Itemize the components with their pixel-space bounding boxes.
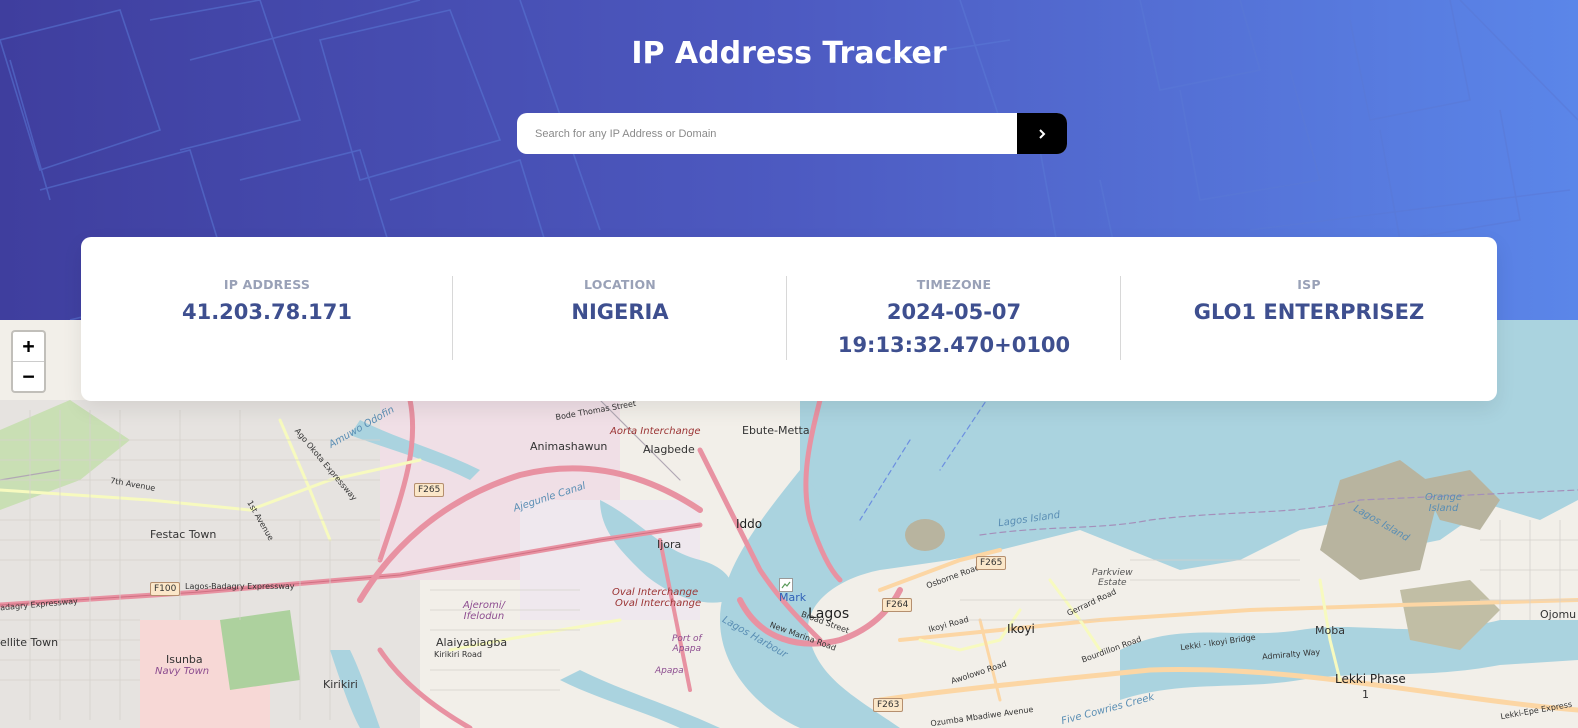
map-label-oval-2: Oval Interchange (615, 598, 702, 609)
route-shield-f265: F265 (414, 483, 445, 497)
map-label-lekki-num: 1 (1362, 688, 1369, 701)
zoom-control: + − (11, 330, 46, 393)
isp-label: ISP (1297, 277, 1321, 292)
map-label-port-apapa: Port of Apapa (672, 634, 702, 654)
map-label-animashawun: Animashawun (530, 440, 608, 453)
route-shield-f100: F100 (150, 582, 181, 596)
map-label-festac: Festac Town (150, 528, 217, 541)
ip-address-section: IP ADDRESS 41.203.78.171 (81, 277, 453, 329)
map-label-kirikiri-road: Kirikiri Road (434, 650, 482, 659)
map-label-ebute-metta: Ebute-Metta (742, 424, 810, 437)
map-label-aorta: Aorta Interchange (610, 426, 701, 437)
timezone-label: TIMEZONE (916, 277, 992, 292)
zoom-in-button[interactable]: + (13, 332, 44, 362)
ip-address-value: 41.203.78.171 (181, 300, 353, 324)
timezone-date: 2024-05-07 (886, 300, 1022, 324)
map-label-oval-1: Oval Interchange (612, 587, 699, 598)
ip-address-label: IP ADDRESS (223, 277, 311, 292)
map-label-lagos-badagry: Lagos-Badagry Expressway (185, 582, 295, 591)
timezone-section: TIMEZONE 2024-05-07 19:13:32.470+0100 (787, 277, 1121, 362)
map-label-ijora: Ijora (657, 538, 682, 551)
map-label-moba: Moba (1315, 624, 1345, 637)
info-card: IP ADDRESS 41.203.78.171 LOCATION NIGERI… (81, 237, 1497, 401)
route-shield-f263: F263 (873, 698, 904, 712)
isp-section: ISP GLO1 ENTERPRISEZ (1121, 277, 1497, 329)
map-label-navy-town: Navy Town (155, 666, 210, 677)
map-label-satellite-town: ellite Town (0, 636, 59, 649)
map-label-alagbede: Alagbede (643, 443, 695, 456)
marker-alt-text: Mark (779, 591, 807, 604)
map-label-alaiyabiagba: Alaiyabiagba (436, 636, 508, 649)
isp-value: GLO1 ENTERPRISEZ (1193, 300, 1425, 324)
page-title: IP Address Tracker (631, 36, 947, 71)
chevron-right-icon (1038, 128, 1045, 139)
map-label-ojomu: Ojomu (1540, 608, 1577, 621)
zoom-out-button[interactable]: − (13, 362, 44, 391)
route-shield-f265-2: F265 (976, 556, 1007, 570)
location-marker[interactable]: Mark (779, 578, 821, 612)
map-label-orange-island: Orange Island (1425, 492, 1462, 514)
map-label-apapa: Apapa (655, 666, 684, 676)
map-label-parkview: Parkview Estate (1092, 568, 1133, 588)
map-label-isunba: Isunba (166, 653, 203, 666)
timezone-time: 19:13:32.470+0100 (837, 333, 1071, 357)
map-label-lekki: Lekki Phase (1335, 672, 1406, 686)
broken-image-icon (779, 578, 793, 592)
map-label-ikoyi: Ikoyi (1007, 622, 1035, 636)
location-value: NIGERIA (571, 300, 669, 324)
search-submit-button[interactable] (1017, 113, 1067, 154)
map-label-ajeromi: Ajeromi/ Ifelodun (463, 600, 505, 622)
location-section: LOCATION NIGERIA (453, 277, 787, 329)
map-label-iddo: Iddo (736, 517, 763, 531)
search-input[interactable] (517, 113, 1017, 154)
map-label-kirikiri: Kirikiri (323, 678, 358, 691)
route-shield-f264: F264 (882, 598, 913, 612)
search-bar (517, 113, 1067, 154)
location-label: LOCATION (584, 277, 656, 292)
